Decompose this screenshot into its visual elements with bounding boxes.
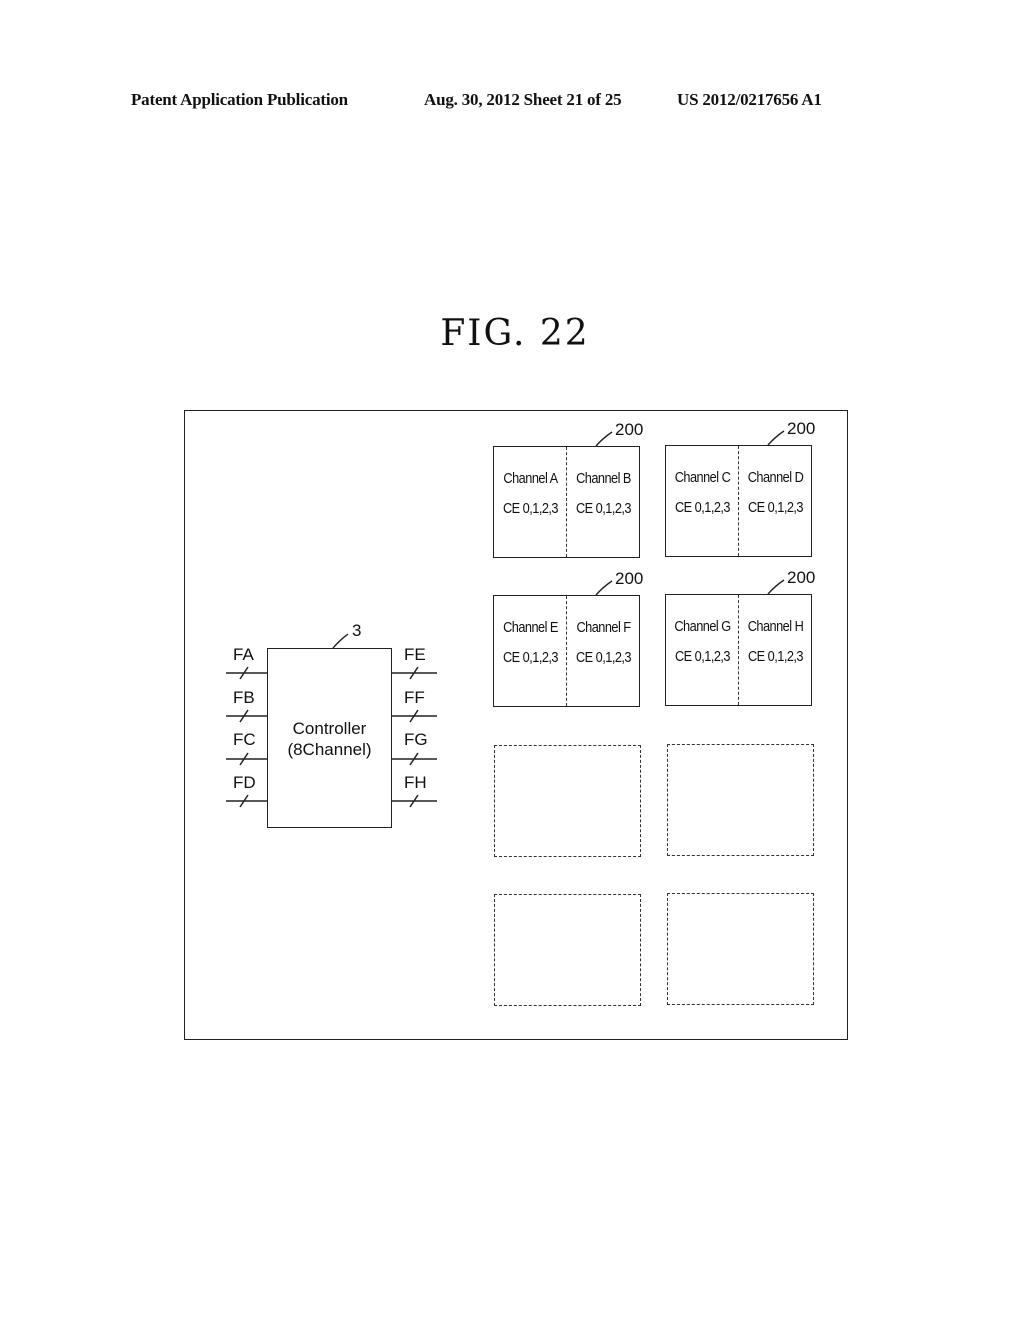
channel-label: Channel G — [674, 619, 731, 635]
chip-enable-label: CE 0,1,2,3 — [502, 501, 559, 517]
controller-block: Controller (8Channel) — [267, 648, 392, 828]
empty-package-slot — [667, 893, 814, 1005]
chip-enable-label: CE 0,1,2,3 — [747, 500, 804, 516]
channel-half: Channel A CE 0,1,2,3 — [498, 447, 562, 557]
empty-package-slot — [494, 894, 641, 1006]
chip-enable-label: CE 0,1,2,3 — [674, 500, 731, 516]
leader-line-pkg-2 — [767, 430, 785, 446]
channel-label: Channel E — [503, 620, 558, 636]
package-ref-label: 200 — [615, 420, 644, 439]
chip-enable-label: CE 0,1,2,3 — [747, 649, 804, 665]
memory-package: Channel C CE 0,1,2,3 Channel D CE 0,1,2,… — [665, 445, 812, 557]
empty-package-slot — [494, 745, 641, 857]
channel-half: Channel D CE 0,1,2,3 — [743, 446, 807, 556]
signal-label-fd: FD — [233, 773, 256, 792]
channel-label: Channel H — [747, 619, 804, 635]
memory-package: Channel E CE 0,1,2,3 Channel F CE 0,1,2,… — [493, 595, 640, 707]
channel-label: Channel D — [747, 470, 804, 486]
signal-label-ff: FF — [404, 688, 425, 707]
empty-package-slot — [667, 744, 814, 856]
channel-half: Channel B CE 0,1,2,3 — [571, 447, 635, 557]
channel-label: Channel C — [674, 470, 731, 486]
channel-half: Channel G CE 0,1,2,3 — [670, 595, 734, 705]
chip-enable-label: CE 0,1,2,3 — [575, 501, 632, 517]
signal-label-fg: FG — [404, 730, 428, 749]
controller-channels-label: (8Channel) — [287, 740, 372, 759]
signal-label-fa: FA — [233, 645, 254, 664]
signal-label-fh: FH — [404, 773, 427, 792]
chip-enable-label: CE 0,1,2,3 — [502, 650, 559, 666]
controller-label: Controller — [292, 719, 367, 738]
leader-line-pkg-3 — [595, 580, 613, 596]
signal-label-fe: FE — [404, 645, 426, 664]
signal-label-fc: FC — [233, 730, 256, 749]
package-ref-label: 200 — [787, 568, 816, 587]
leader-line-pkg-4 — [767, 579, 785, 595]
channel-half: Channel E CE 0,1,2,3 — [498, 596, 562, 706]
chip-enable-label: CE 0,1,2,3 — [674, 649, 731, 665]
memory-package: Channel A CE 0,1,2,3 Channel B CE 0,1,2,… — [493, 446, 640, 558]
chip-enable-label: CE 0,1,2,3 — [575, 650, 632, 666]
package-ref-label: 200 — [787, 419, 816, 438]
leader-line-pkg-1 — [595, 431, 613, 447]
channel-half: Channel C CE 0,1,2,3 — [670, 446, 734, 556]
channel-label: Channel F — [576, 620, 631, 636]
memory-package: Channel G CE 0,1,2,3 Channel H CE 0,1,2,… — [665, 594, 812, 706]
channel-label: Channel A — [503, 471, 558, 487]
package-ref-label: 200 — [615, 569, 644, 588]
signal-label-fb: FB — [233, 688, 255, 707]
controller-ref-label: 3 — [352, 621, 362, 640]
channel-half: Channel H CE 0,1,2,3 — [743, 595, 807, 705]
channel-half: Channel F CE 0,1,2,3 — [571, 596, 635, 706]
channel-label: Channel B — [576, 471, 631, 487]
leader-line-controller — [332, 633, 349, 649]
